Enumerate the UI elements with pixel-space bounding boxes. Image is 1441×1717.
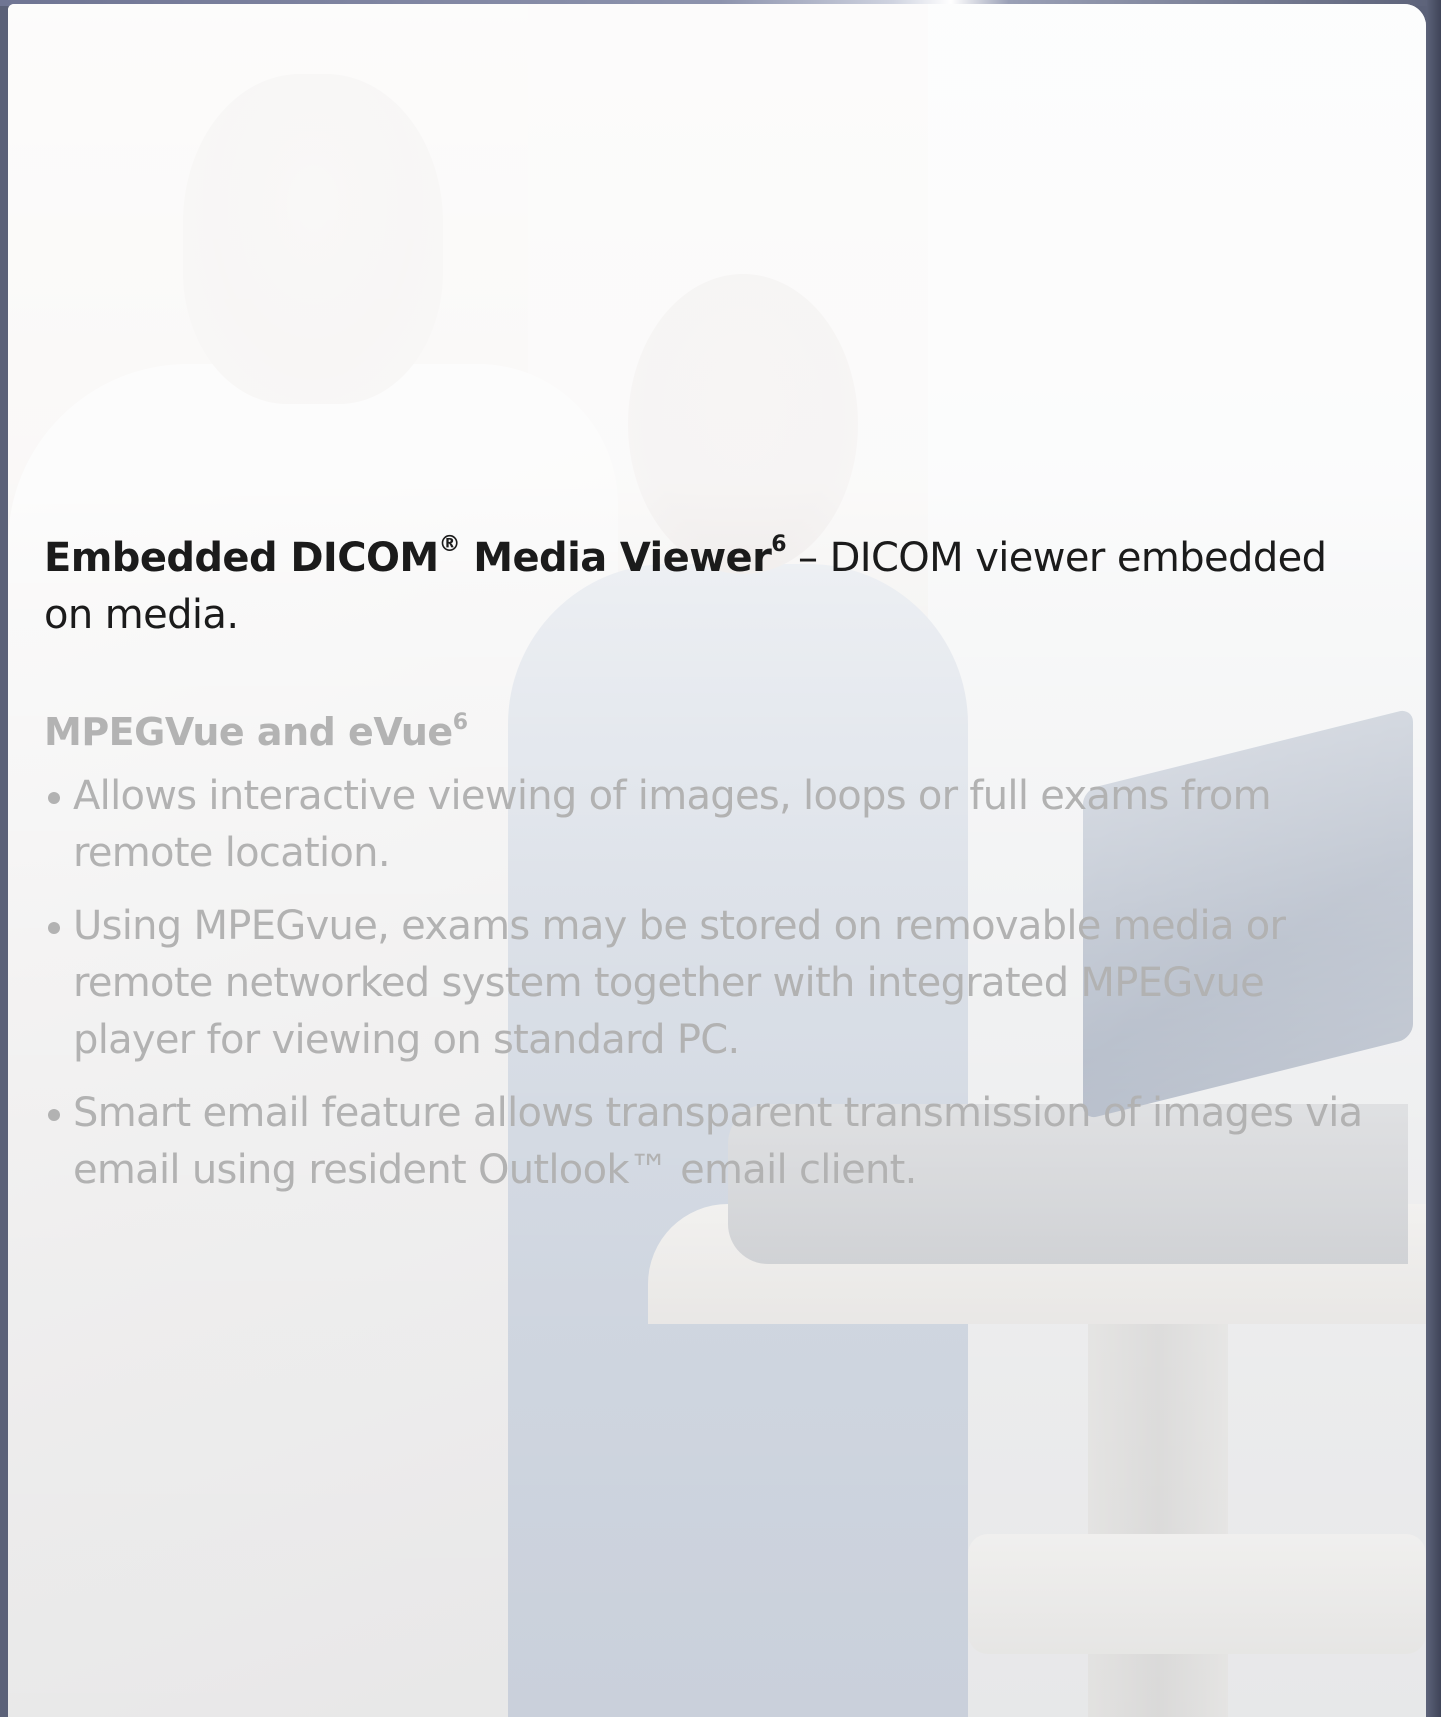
right-frame-edge	[1427, 0, 1441, 1717]
intro-footnote: 6	[771, 532, 786, 557]
list-item-text: Allows interactive viewing of images, lo…	[73, 773, 1272, 876]
list-item-text: Smart email feature allows transparent t…	[73, 1090, 1363, 1193]
intro-bold-part-1: Embedded DICOM	[44, 535, 439, 581]
bullet-icon	[48, 1109, 60, 1121]
intro-paragraph: Embedded DICOM® Media Viewer6 – DICOM vi…	[44, 530, 1374, 644]
brochure-page: Embedded DICOM® Media Viewer6 – DICOM vi…	[8, 4, 1426, 1717]
list-item: Smart email feature allows transparent t…	[44, 1085, 1374, 1199]
text-content: Embedded DICOM® Media Viewer6 – DICOM vi…	[44, 530, 1374, 1215]
list-item: Allows interactive viewing of images, lo…	[44, 768, 1374, 882]
list-item: Using MPEGvue, exams may be stored on re…	[44, 898, 1374, 1069]
registered-mark: ®	[438, 532, 461, 557]
bullet-icon	[48, 922, 60, 934]
intro-bold-title: Embedded DICOM® Media Viewer6	[44, 532, 787, 582]
feature-list: Allows interactive viewing of images, lo…	[44, 768, 1374, 1199]
section-footnote: 6	[452, 710, 468, 735]
bullet-icon	[48, 792, 60, 804]
section-title: MPEGVue and eVue6	[44, 708, 1374, 756]
list-item-text: Using MPEGvue, exams may be stored on re…	[73, 903, 1286, 1063]
section-title-text: MPEGVue and eVue	[44, 710, 453, 754]
intro-bold-part-2: Media Viewer	[459, 535, 772, 581]
